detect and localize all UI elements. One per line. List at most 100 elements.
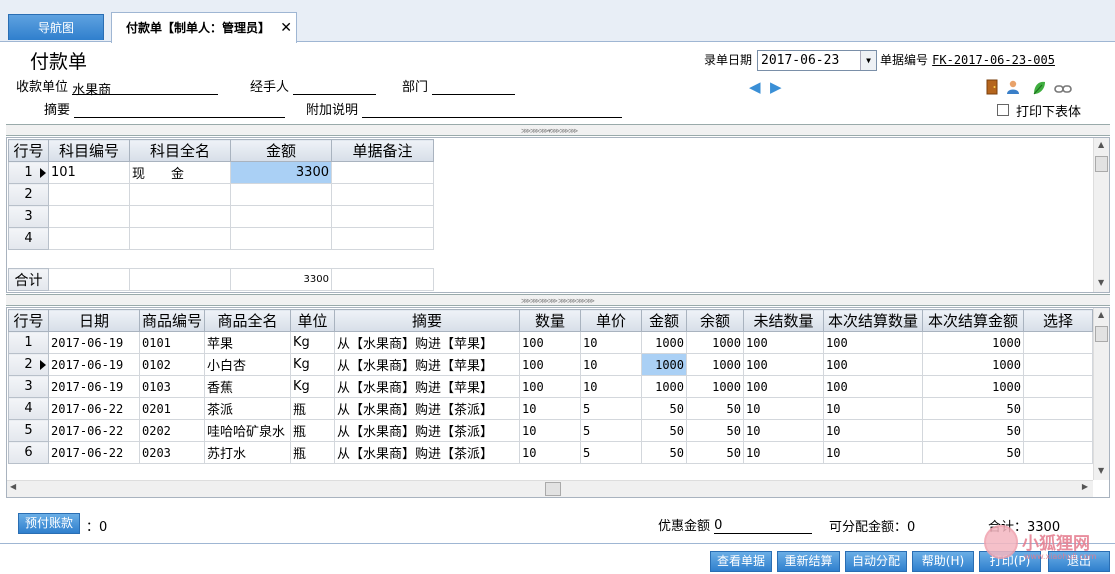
cell-settle-qty[interactable]: 10 xyxy=(823,419,923,442)
tab-navigation[interactable]: 导航图 xyxy=(8,14,104,40)
table-row[interactable]: 1 101 现 金 3300 xyxy=(8,161,434,184)
cell-pick[interactable] xyxy=(1023,353,1093,376)
cell-settle-qty[interactable]: 100 xyxy=(823,353,923,376)
table-row[interactable]: 6 2017-06-22 0203 苏打水瓶从【水果商】购进【茶派】 10 5 50 50 10… xyxy=(8,441,1093,464)
cell-date[interactable]: 2017-06-19 xyxy=(48,353,140,376)
items-hscrollbar[interactable]: ◀ ▶ xyxy=(7,480,1093,497)
cell-price[interactable]: 10 xyxy=(580,331,642,354)
cell-unsettled[interactable]: 100 xyxy=(743,375,824,398)
cell-balance[interactable]: 1000 xyxy=(686,375,744,398)
cell-unit[interactable]: 瓶 xyxy=(290,441,335,464)
cell-price[interactable]: 10 xyxy=(580,353,642,376)
chevron-down-icon[interactable]: ▼ xyxy=(860,51,876,70)
cell-qty[interactable]: 10 xyxy=(519,441,581,464)
cell-amount[interactable] xyxy=(230,227,332,250)
cell-unsettled[interactable]: 10 xyxy=(743,397,824,420)
table-row[interactable]: 1 2017-06-19 0101 苹果 Kg 从【水果商】购进【苹果】 100 10 1000… xyxy=(8,331,1093,354)
cell-code[interactable] xyxy=(48,183,130,206)
link-icon[interactable] xyxy=(1054,81,1072,97)
remark-field[interactable]: 附加说明 xyxy=(306,99,623,118)
scroll-right-icon[interactable]: ▶ xyxy=(1082,482,1088,491)
table-row[interactable]: 4 xyxy=(8,227,434,250)
cell-amount[interactable]: 1000 xyxy=(641,353,687,376)
column-header[interactable]: 单位 xyxy=(290,309,335,332)
cell-price[interactable]: 5 xyxy=(580,441,642,464)
discount-input[interactable]: 0 xyxy=(714,518,813,534)
cell-pick[interactable] xyxy=(1023,441,1093,464)
column-header[interactable]: 摘要 xyxy=(334,309,520,332)
column-header[interactable]: 未结数量 xyxy=(743,309,824,332)
cell-qty[interactable]: 100 xyxy=(519,331,581,354)
cell-summary[interactable]: 从【水果商】购进【茶派】 xyxy=(334,441,520,464)
row-number[interactable]: 6 xyxy=(8,441,49,464)
dept-field[interactable]: 部门 xyxy=(402,76,516,95)
cell-pick[interactable] xyxy=(1023,419,1093,442)
cell-unit[interactable]: Kg xyxy=(290,331,335,354)
row-number[interactable]: 1 xyxy=(8,161,49,184)
cell-settle-amt[interactable]: 1000 xyxy=(922,375,1024,398)
items-scrollbar[interactable]: ▲ ▼ xyxy=(1093,308,1109,480)
prepay-button[interactable]: 预付账款 xyxy=(18,513,80,534)
cell-unsettled[interactable]: 100 xyxy=(743,353,824,376)
remark-input[interactable] xyxy=(362,102,623,118)
cell-balance[interactable]: 1000 xyxy=(686,353,744,376)
scroll-thumb[interactable] xyxy=(545,482,561,496)
cell-balance[interactable]: 50 xyxy=(686,397,744,420)
auto-allocate-button[interactable]: 自动分配 xyxy=(845,551,907,572)
cell-amount[interactable]: 50 xyxy=(641,397,687,420)
cell-qty[interactable]: 100 xyxy=(519,353,581,376)
column-header[interactable]: 单据备注 xyxy=(331,139,434,162)
discount-field[interactable]: 优惠金额 0 xyxy=(658,515,813,534)
cell-settle-qty[interactable]: 100 xyxy=(823,375,923,398)
cell-note[interactable] xyxy=(331,183,434,206)
cell-name[interactable] xyxy=(129,205,231,228)
cell-unsettled[interactable]: 100 xyxy=(743,331,824,354)
cell-name[interactable]: 现 金 xyxy=(129,161,231,184)
cell-note[interactable] xyxy=(331,161,434,184)
close-icon[interactable]: ✕ xyxy=(280,13,292,43)
cell-summary[interactable]: 从【水果商】购进【苹果】 xyxy=(334,375,520,398)
row-number[interactable]: 5 xyxy=(8,419,49,442)
cell-amount[interactable]: 3300 xyxy=(230,161,332,184)
cell-code[interactable] xyxy=(48,227,130,250)
dept-input[interactable] xyxy=(432,79,516,95)
column-header[interactable]: 行号 xyxy=(8,309,49,332)
cell-code[interactable]: 101 xyxy=(48,161,130,184)
cell-qty[interactable]: 10 xyxy=(519,397,581,420)
cell-unit[interactable]: Kg xyxy=(290,353,335,376)
cell-amount[interactable]: 50 xyxy=(641,441,687,464)
user-icon[interactable] xyxy=(1006,79,1020,95)
arrow-left-icon[interactable]: ◀ xyxy=(749,78,761,96)
cell-code[interactable] xyxy=(48,205,130,228)
row-number[interactable]: 2 xyxy=(8,183,49,206)
column-header[interactable]: 商品编号 xyxy=(139,309,205,332)
cell-summary[interactable]: 从【水果商】购进【茶派】 xyxy=(334,419,520,442)
cell-settle-qty[interactable]: 10 xyxy=(823,441,923,464)
cell-date[interactable]: 2017-06-19 xyxy=(48,375,140,398)
cell-code[interactable]: 0203 xyxy=(139,441,205,464)
cell-pick[interactable] xyxy=(1023,397,1093,420)
handler-input[interactable] xyxy=(293,79,377,95)
table-row[interactable]: 5 2017-06-22 0202 哇哈哈矿泉水瓶从【水果商】购进【茶派】 10 5 50 5… xyxy=(8,419,1093,442)
cell-amount[interactable] xyxy=(230,183,332,206)
cell-unsettled[interactable]: 10 xyxy=(743,441,824,464)
row-number[interactable]: 2 xyxy=(8,353,49,376)
cell-amount[interactable]: 50 xyxy=(641,419,687,442)
scroll-up-icon[interactable]: ▲ xyxy=(1098,140,1104,149)
arrow-right-icon[interactable]: ▶ xyxy=(770,78,782,96)
cell-name[interactable]: 苹果 xyxy=(204,331,291,354)
scroll-thumb[interactable] xyxy=(1095,326,1108,342)
cell-amount[interactable]: 1000 xyxy=(641,375,687,398)
column-header[interactable]: 本次结算金额 xyxy=(922,309,1024,332)
payee-input[interactable]: 水果商 xyxy=(72,79,219,98)
summary-field[interactable]: 摘要 xyxy=(44,99,286,118)
cell-settle-amt[interactable]: 1000 xyxy=(922,331,1024,354)
cell-summary[interactable]: 从【水果商】购进【茶派】 xyxy=(334,397,520,420)
resettle-button[interactable]: 重新结算 xyxy=(777,551,840,572)
cell-unit[interactable]: 瓶 xyxy=(290,397,335,420)
table-row[interactable]: 3 2017-06-19 0103 香蕉 Kg 从【水果商】购进【苹果】 100 10 1000… xyxy=(8,375,1093,398)
cell-name[interactable]: 茶派 xyxy=(204,397,291,420)
cell-settle-qty[interactable]: 10 xyxy=(823,397,923,420)
cell-code[interactable]: 0102 xyxy=(139,353,205,376)
cell-pick[interactable] xyxy=(1023,331,1093,354)
